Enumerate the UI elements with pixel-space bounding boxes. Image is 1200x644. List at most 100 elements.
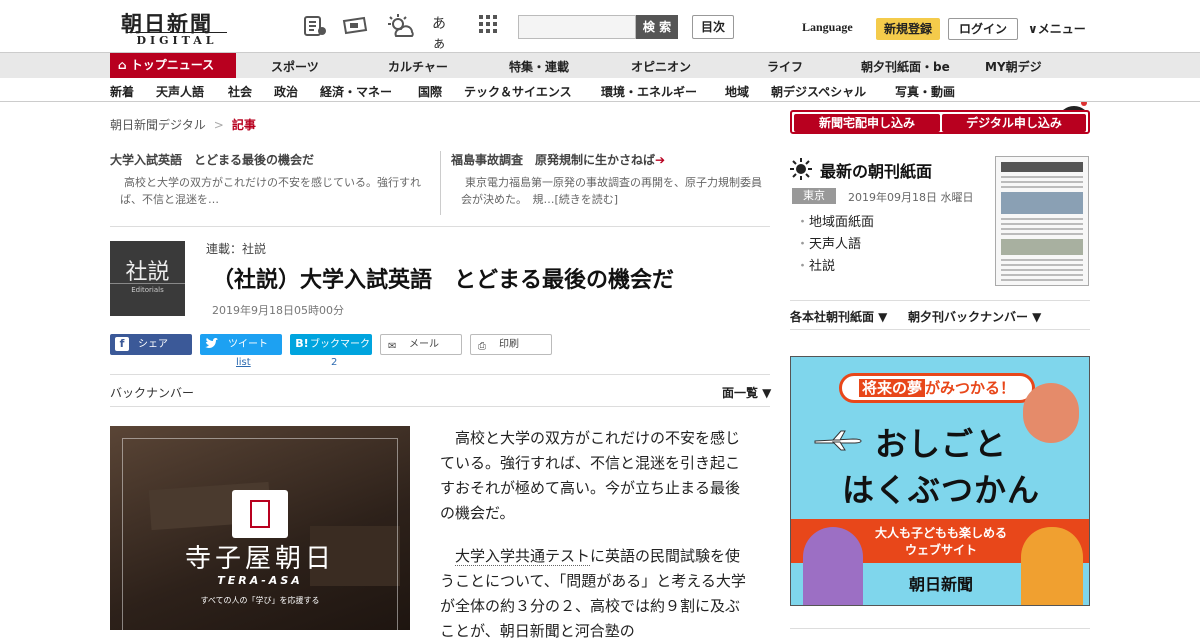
divider — [110, 406, 770, 407]
breadcrumb: 朝日新聞デジタル > 記事 — [110, 116, 256, 133]
nav-item-culture[interactable]: カルチャー — [388, 58, 448, 75]
sub-nav: 新着 天声人語 社会 政治 経済・マネー 国際 テック＆サイエンス 環境・エネル… — [0, 78, 1200, 102]
nav-item-paper[interactable]: 朝夕刊紙面・be — [861, 58, 950, 75]
menu-button[interactable]: ∨メニュー — [1028, 20, 1086, 37]
subnav-item[interactable]: 地域 — [725, 83, 749, 100]
nav-item-my[interactable]: MY朝デジ — [985, 58, 1042, 75]
ad-sub1: 大人も子どもも楽しめる — [874, 526, 1007, 540]
weather-icon[interactable] — [386, 14, 414, 38]
subnav-item[interactable]: 国際 — [418, 83, 442, 100]
page-list-dropdown[interactable]: 面一覧 ▼ — [722, 384, 771, 401]
twitter-icon — [205, 337, 219, 351]
series-label[interactable]: 連載：社説 — [206, 240, 266, 257]
nav-item-life[interactable]: ライフ — [767, 58, 803, 75]
subnav-item[interactable]: 政治 — [274, 83, 298, 100]
promo-tagline: すべての人の「学び」を応援する — [200, 596, 320, 605]
breadcrumb-separator: > — [213, 118, 224, 132]
keyword-link[interactable]: 大学入学共通テスト — [455, 547, 591, 566]
breadcrumb-home[interactable]: 朝日新聞デジタル — [110, 118, 206, 132]
ticket-icon[interactable] — [342, 14, 368, 38]
hatena-count[interactable]: 2 — [331, 357, 337, 368]
paper-link[interactable]: 天声人語 — [796, 234, 874, 256]
grid-menu-icon[interactable] — [478, 14, 504, 38]
newspaper-thumbnail[interactable] — [995, 156, 1089, 286]
thumb-kanji: 社説 — [125, 260, 170, 285]
site-logo[interactable]: 朝日新聞 DIGITAL — [115, 8, 229, 47]
facebook-share-button[interactable]: f シェア — [110, 334, 192, 355]
ad-title-line2: はくぶつかん — [841, 471, 1040, 509]
mail-icon: ✉ — [388, 341, 397, 352]
register-button[interactable]: 新規登録 — [876, 18, 940, 40]
editorial-thumbnail[interactable]: 社説 Editorials — [110, 241, 185, 316]
facebook-label: シェア — [138, 339, 168, 350]
divider — [110, 226, 770, 227]
article-title: （社説）大学入試英語 とどまる最後の機会だ — [212, 268, 675, 293]
ad-title-line1: おしごと — [874, 425, 1007, 463]
related-title[interactable]: 福島事故調査 原発規制に生かさねば➔ — [451, 151, 771, 168]
hatena-label: ブックマーク — [310, 339, 370, 350]
arrow-right-icon: ➔ — [655, 153, 666, 167]
nav-item-opinion[interactable]: オピニオン — [631, 58, 691, 75]
related-title-text: 福島事故調査 原発規制に生かさねば — [451, 153, 656, 167]
backnumber-link[interactable]: バックナンバー — [110, 384, 194, 401]
kana-toggle[interactable]: あぁ — [432, 13, 458, 52]
article-paragraph: 大学入学共通テストに英語の民間試験を使うことについて、「問題がある」と考える大学… — [440, 544, 746, 644]
language-link[interactable]: Language — [802, 20, 853, 35]
subnav-item[interactable]: 経済・マネー — [320, 83, 392, 100]
nav-top-news[interactable]: ⌂ トップニュース — [110, 53, 236, 78]
hatena-bookmark-button[interactable]: B! ブックマーク — [290, 334, 372, 355]
related-article[interactable]: 福島事故調査 原発規制に生かさねば➔ 東京電力福島第一原発の事故調査の再開を、原… — [451, 151, 771, 215]
promo-roman: TERA-ASA — [217, 574, 303, 587]
print-button[interactable]: ⎙ 印刷 — [470, 334, 552, 355]
twitter-count[interactable]: list — [236, 357, 251, 368]
search-button[interactable]: 検 索 — [636, 15, 678, 39]
subnav-item[interactable]: 新着 — [110, 83, 134, 100]
terakoya-emblem-icon — [232, 490, 288, 538]
home-icon: ⌂ — [118, 58, 127, 72]
mail-share-button[interactable]: ✉ メール — [380, 334, 462, 355]
related-title[interactable]: 大学入試英語 とどまる最後の機会だ — [110, 151, 430, 168]
digital-signup-button[interactable]: デジタル申し込み — [942, 114, 1086, 132]
login-button[interactable]: ログイン — [948, 18, 1018, 40]
article-body: 高校と大学の双方がこれだけの不安を感じている。強行すれば、不信と混迷を引き起こす… — [440, 426, 746, 644]
facebook-icon: f — [115, 337, 129, 351]
paper-link[interactable]: 社説 — [796, 256, 874, 278]
delivery-signup-button[interactable]: 新聞宅配申し込み — [794, 114, 940, 132]
subnav-item[interactable]: 天声人語 — [156, 83, 204, 100]
backnumber-dropdown[interactable]: 朝夕刊バックナンバー ▼ — [908, 308, 1041, 325]
hatena-icon: B! — [295, 337, 309, 350]
sun-icon — [790, 158, 812, 180]
newspaper-icon[interactable] — [302, 14, 328, 38]
related-desc: 東京電力福島第一原発の事故調査の再開を、原子力規制委員会が決めた。 規…[続きを… — [461, 176, 762, 206]
thumb-en: Editorials — [110, 283, 185, 294]
subnav-item[interactable]: 環境・エネルギー — [601, 83, 697, 100]
paper-title[interactable]: 最新の朝刊紙面 — [820, 158, 932, 182]
nav-item-sports[interactable]: スポーツ — [271, 58, 319, 75]
subnav-item[interactable]: 社会 — [228, 83, 252, 100]
ad-banner: 将来の夢 がみつかる！ — [839, 373, 1035, 403]
regional-papers-dropdown[interactable]: 各本社朝刊紙面 ▼ — [790, 308, 887, 325]
advertisement[interactable]: 将来の夢 がみつかる！ おしごと はくぶつかん 大人も子どもも楽しめる ウェブサイト… — [790, 356, 1090, 606]
breadcrumb-current: 記事 — [231, 118, 256, 132]
logo-sub: DIGITAL — [127, 32, 227, 47]
nav-item-features[interactable]: 特集・連載 — [509, 58, 569, 75]
divider — [790, 628, 1090, 629]
twitter-label: ツイート — [228, 339, 268, 350]
paper-links: 地域面紙面 天声人語 社説 — [796, 212, 874, 278]
ad-banner-text: がみつかる！ — [925, 379, 1016, 397]
related-desc: 高校と大学の双方がこれだけの不安を感じている。強行すれば、不信と混迷を… — [120, 176, 421, 206]
ad-sub2: ウェブサイト — [904, 543, 977, 557]
subnav-item[interactable]: 写真・動画 — [895, 83, 955, 100]
divider — [790, 300, 1090, 301]
subnav-item[interactable]: 朝デジスペシャル — [771, 83, 866, 100]
paper-date: 2019年09月18日 水曜日 — [848, 191, 974, 204]
terakoya-promo-image[interactable]: 寺子屋朝日 TERA-ASA すべての人の「学び」を応援する — [110, 426, 410, 630]
paper-link[interactable]: 地域面紙面 — [796, 212, 874, 234]
search-input[interactable] — [518, 15, 636, 39]
related-article[interactable]: 大学入試英語 とどまる最後の機会だ 高校と大学の双方がこれだけの不安を感じている… — [110, 151, 430, 215]
article-date: 2019年9月18日05時00分 — [212, 304, 344, 317]
subnav-item[interactable]: テック＆サイエンス — [464, 83, 572, 100]
toc-button[interactable]: 目次 — [692, 15, 734, 39]
subscribe-buttons: 新聞宅配申し込み デジタル申し込み — [790, 110, 1090, 134]
twitter-share-button[interactable]: ツイート — [200, 334, 282, 355]
